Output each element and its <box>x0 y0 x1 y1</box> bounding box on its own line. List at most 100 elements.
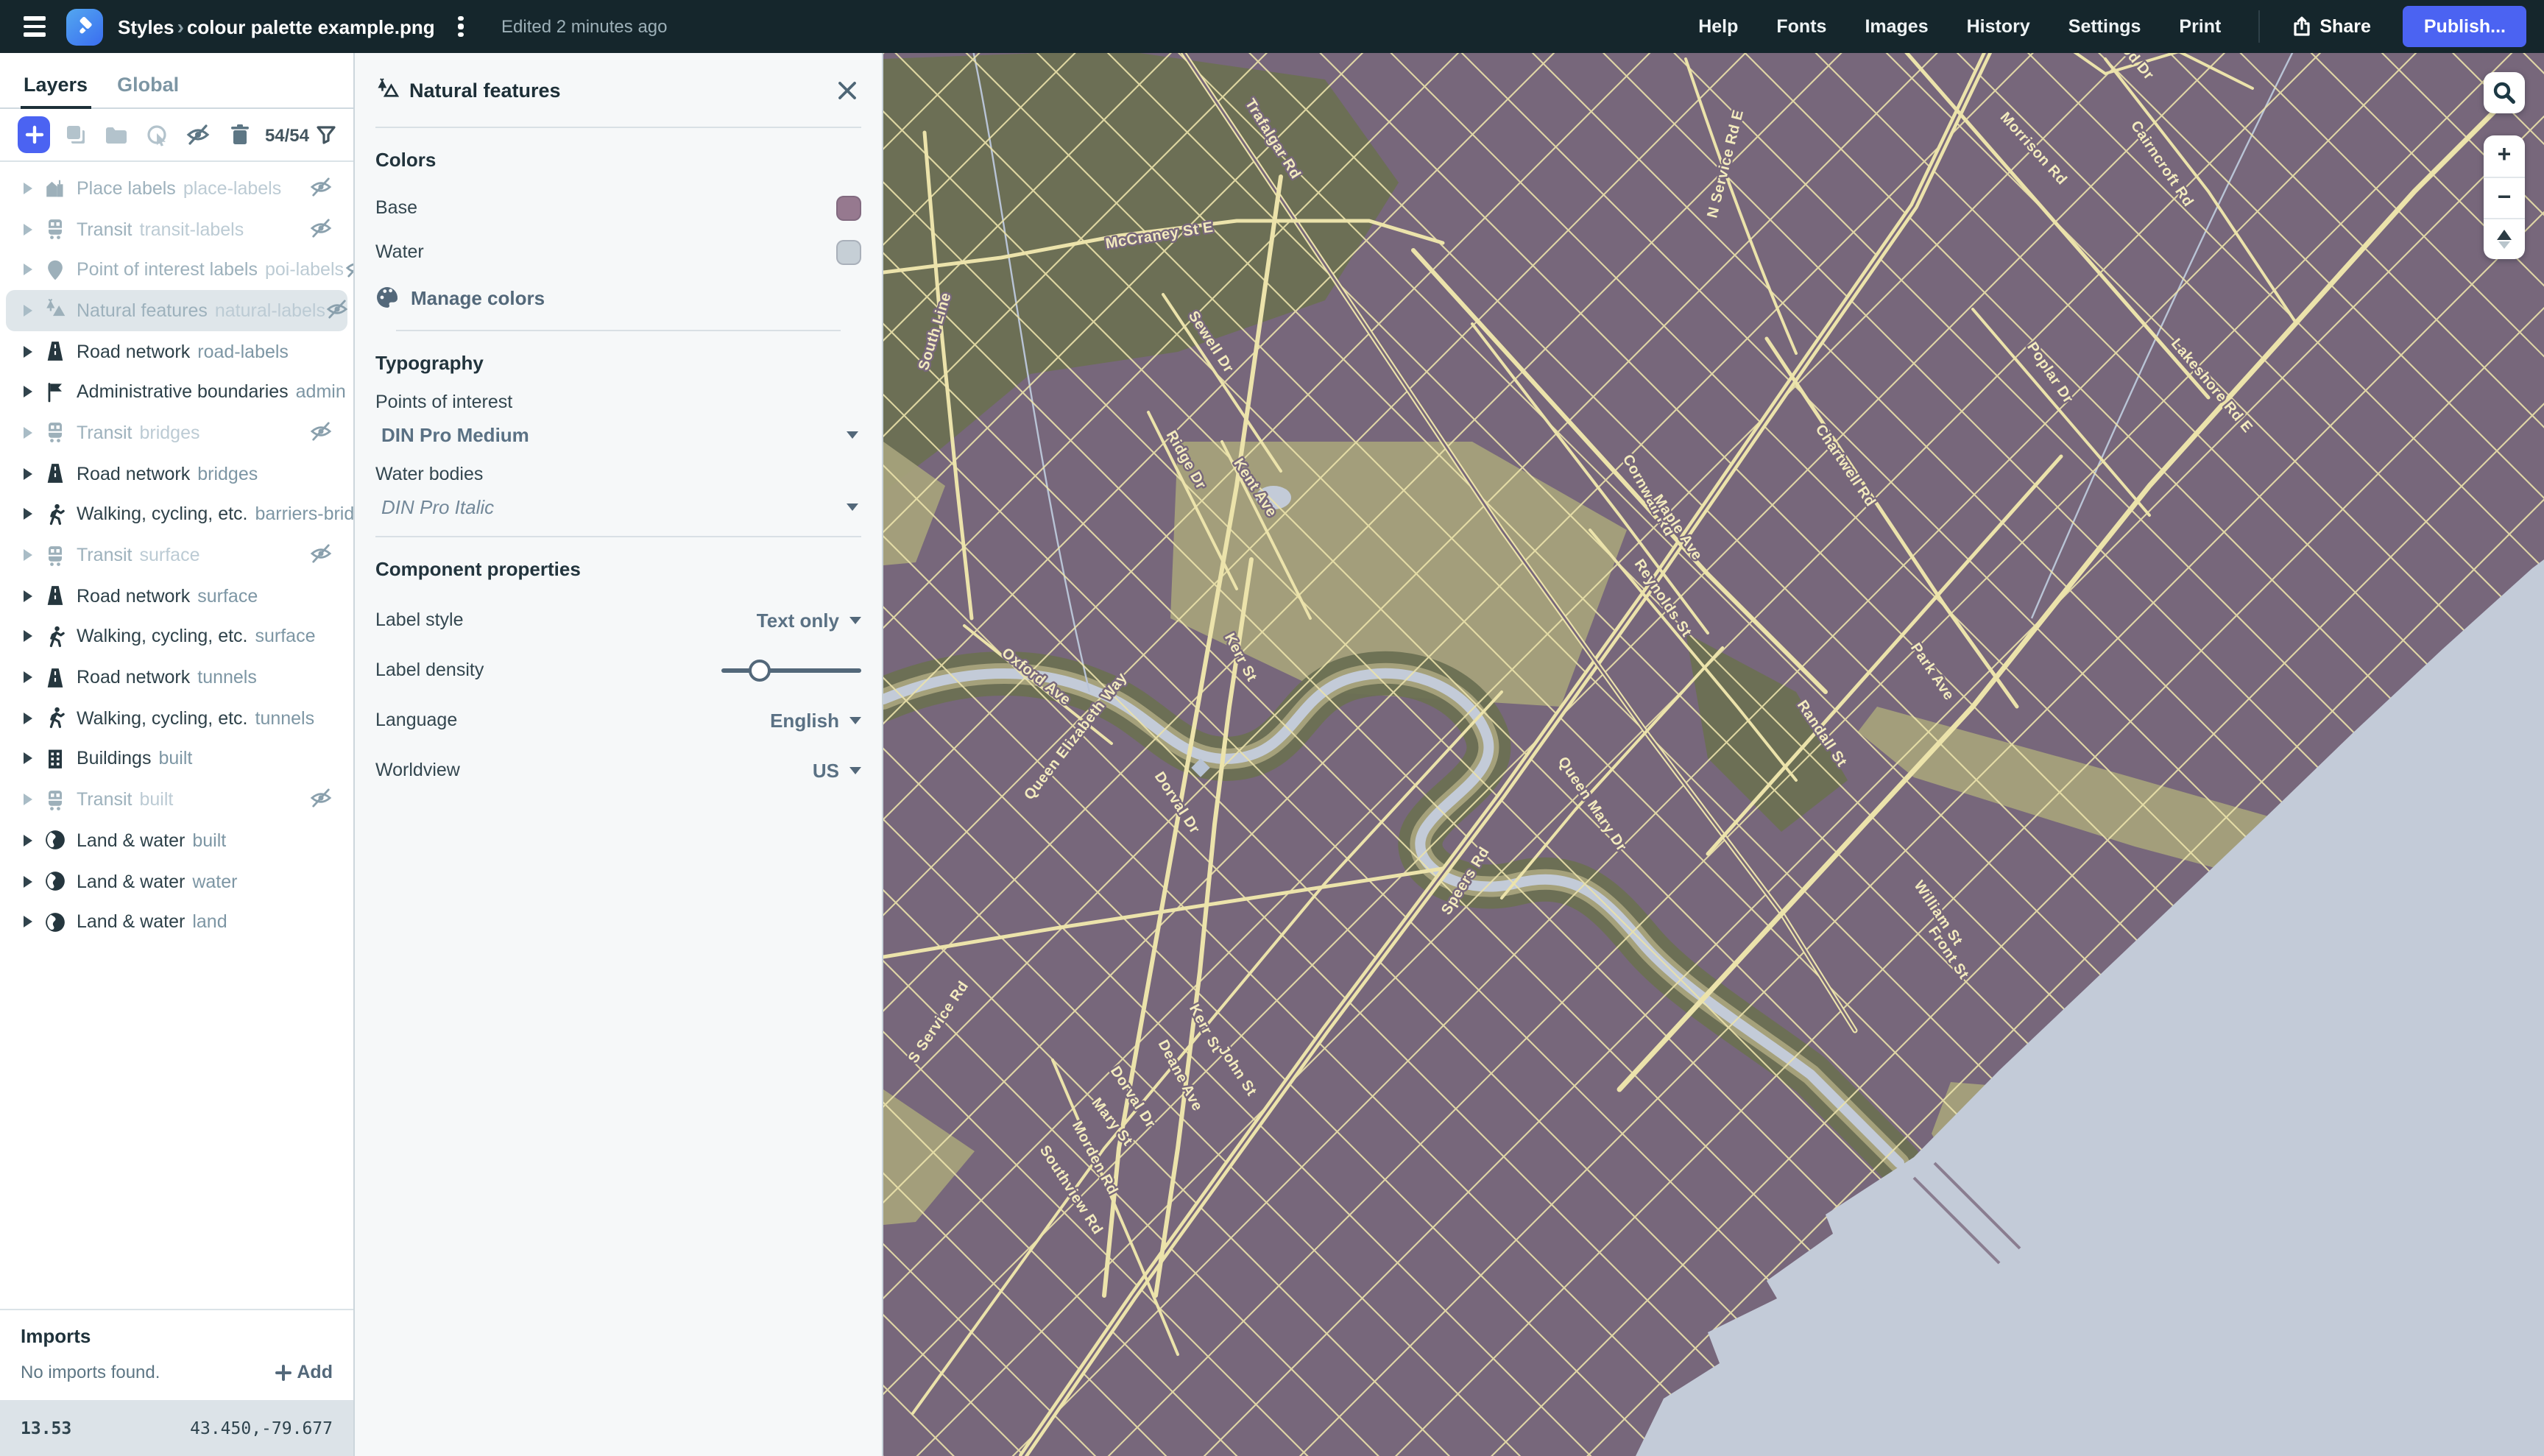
manage-colors-button[interactable]: Manage colors <box>375 286 861 309</box>
topbar-menu-fonts[interactable]: Fonts <box>1757 7 1845 46</box>
expand-triangle-icon[interactable] <box>24 916 32 927</box>
topbar-menu-images[interactable]: Images <box>1845 7 1947 46</box>
layer-row-water[interactable]: Land & waterwater <box>6 860 347 901</box>
layer-row-road-labels[interactable]: Road networkroad-labels <box>6 331 347 372</box>
kebab-menu-icon[interactable] <box>450 11 472 41</box>
layer-row-place-labels[interactable]: Place labelsplace-labels <box>6 168 347 208</box>
base-color-swatch[interactable] <box>836 195 861 220</box>
select-layer-button[interactable] <box>143 117 173 152</box>
expand-triangle-icon[interactable] <box>24 183 32 194</box>
eye-off-icon[interactable] <box>309 788 333 811</box>
layer-row-natural-labels[interactable]: Natural featuresnatural-labels <box>6 290 347 331</box>
expand-triangle-icon[interactable] <box>24 631 32 643</box>
topbar-menu-settings[interactable]: Settings <box>2049 7 2160 46</box>
layer-row-poi-labels[interactable]: Point of interest labelspoi-labels <box>6 250 347 290</box>
duplicate-layer-button[interactable] <box>61 117 91 152</box>
expand-triangle-icon[interactable] <box>24 753 32 765</box>
expand-triangle-icon[interactable] <box>24 794 32 805</box>
layer-list: Place labelsplace-labelsTransittransit-l… <box>0 162 353 1309</box>
zoom-level: 13.53 <box>21 1418 71 1438</box>
eye-off-icon[interactable] <box>309 217 333 241</box>
share-button[interactable]: Share <box>2277 7 2386 46</box>
tab-layers[interactable]: Layers <box>21 74 91 109</box>
layer-row-built[interactable]: Buildingsbuilt <box>6 738 347 779</box>
expand-triangle-icon[interactable] <box>24 386 32 398</box>
add-layer-button[interactable] <box>18 116 51 153</box>
layer-row-tunnels[interactable]: Road networktunnels <box>6 657 347 698</box>
eye-off-icon[interactable] <box>344 258 353 281</box>
eye-off-icon[interactable] <box>309 177 333 200</box>
road-icon <box>44 666 66 688</box>
expand-triangle-icon[interactable] <box>24 305 32 317</box>
zoom-out-button[interactable]: − <box>2484 177 2525 218</box>
expand-triangle-icon[interactable] <box>24 713 32 724</box>
layer-row-built[interactable]: Land & waterbuilt <box>6 820 347 860</box>
delete-layer-button[interactable] <box>225 117 255 152</box>
water-color-swatch[interactable] <box>836 239 861 264</box>
poi-font-dropdown[interactable]: DIN Pro Medium <box>375 421 861 449</box>
hide-layer-button[interactable] <box>183 117 213 152</box>
globe-icon <box>44 911 66 933</box>
expand-triangle-icon[interactable] <box>24 223 32 235</box>
eye-off-icon[interactable] <box>309 421 333 445</box>
layer-row-admin[interactable]: Administrative boundariesadmin <box>6 372 347 412</box>
trash-icon <box>229 124 250 146</box>
layer-row-built[interactable]: Transitbuilt <box>6 780 347 820</box>
layer-filter-control[interactable]: 54/54 <box>265 124 336 145</box>
expand-triangle-icon[interactable] <box>24 467 32 479</box>
expand-triangle-icon[interactable] <box>24 549 32 561</box>
zoom-in-button[interactable]: + <box>2484 135 2525 177</box>
imports-title: Imports <box>21 1325 333 1347</box>
layer-row-surface[interactable]: Road networksurface <box>6 576 347 616</box>
expand-triangle-icon[interactable] <box>24 835 32 847</box>
tab-global[interactable]: Global <box>114 74 182 109</box>
map-search-button[interactable] <box>2484 72 2525 113</box>
add-import-button[interactable]: Add <box>275 1362 333 1382</box>
topbar-menu-history[interactable]: History <box>1948 7 2049 46</box>
eye-off-icon[interactable] <box>309 543 333 567</box>
topbar-menu-print[interactable]: Print <box>2160 7 2240 46</box>
layer-row-tunnels[interactable]: Walking, cycling, etc.tunnels <box>6 698 347 738</box>
copy-icon <box>66 124 88 146</box>
walk-icon <box>44 707 66 729</box>
expand-triangle-icon[interactable] <box>24 875 32 887</box>
expand-triangle-icon[interactable] <box>24 427 32 439</box>
walk-icon <box>44 626 66 648</box>
language-dropdown[interactable]: English <box>770 709 861 731</box>
layer-row-barriers-bridges[interactable]: Walking, cycling, etc.barriers-bridges <box>6 494 347 534</box>
close-panel-button[interactable] <box>832 75 861 105</box>
breadcrumb-root[interactable]: Styles <box>118 15 174 38</box>
water-font-dropdown[interactable]: DIN Pro Italic <box>375 493 861 521</box>
layer-row-bridges[interactable]: Transitbridges <box>6 412 347 453</box>
expand-triangle-icon[interactable] <box>24 509 32 520</box>
menu-icon[interactable] <box>18 11 52 43</box>
breadcrumb-file[interactable]: colour palette example.png <box>187 15 435 38</box>
imports-empty-text: No imports found. <box>21 1362 160 1382</box>
slider-knob[interactable] <box>748 659 770 681</box>
map-canvas[interactable]: McCraney St ETrafalgar RdN Service Rd ES… <box>883 53 2544 1456</box>
style-editor-logo-icon[interactable] <box>66 8 103 45</box>
publish-button[interactable]: Publish... <box>2403 6 2526 47</box>
layer-id: transit-labels <box>140 219 244 239</box>
layers-sidebar: Layers Global <box>0 53 355 1456</box>
expand-triangle-icon[interactable] <box>24 264 32 275</box>
layer-row-land[interactable]: Land & waterland <box>6 902 347 942</box>
topbar-menu-help[interactable]: Help <box>1679 7 1757 46</box>
expand-triangle-icon[interactable] <box>24 345 32 357</box>
label-style-row: Label style Text only <box>375 598 861 642</box>
worldview-dropdown[interactable]: US <box>813 759 861 781</box>
expand-triangle-icon[interactable] <box>24 590 32 601</box>
label-style-dropdown[interactable]: Text only <box>757 609 861 631</box>
layer-row-bridges[interactable]: Road networkbridges <box>6 453 347 494</box>
compass-pitch-button[interactable] <box>2484 218 2525 259</box>
natural-features-icon <box>375 78 399 102</box>
layer-row-surface[interactable]: Walking, cycling, etc.surface <box>6 616 347 657</box>
group-layer-button[interactable] <box>102 117 132 152</box>
component-properties-heading: Component properties <box>375 558 861 580</box>
label-density-slider[interactable] <box>721 657 861 683</box>
layer-row-surface[interactable]: Transitsurface <box>6 534 347 575</box>
sidebar-tabs: Layers Global <box>0 53 353 109</box>
eye-off-icon[interactable] <box>325 299 349 322</box>
expand-triangle-icon[interactable] <box>24 671 32 683</box>
layer-row-transit-labels[interactable]: Transittransit-labels <box>6 208 347 249</box>
